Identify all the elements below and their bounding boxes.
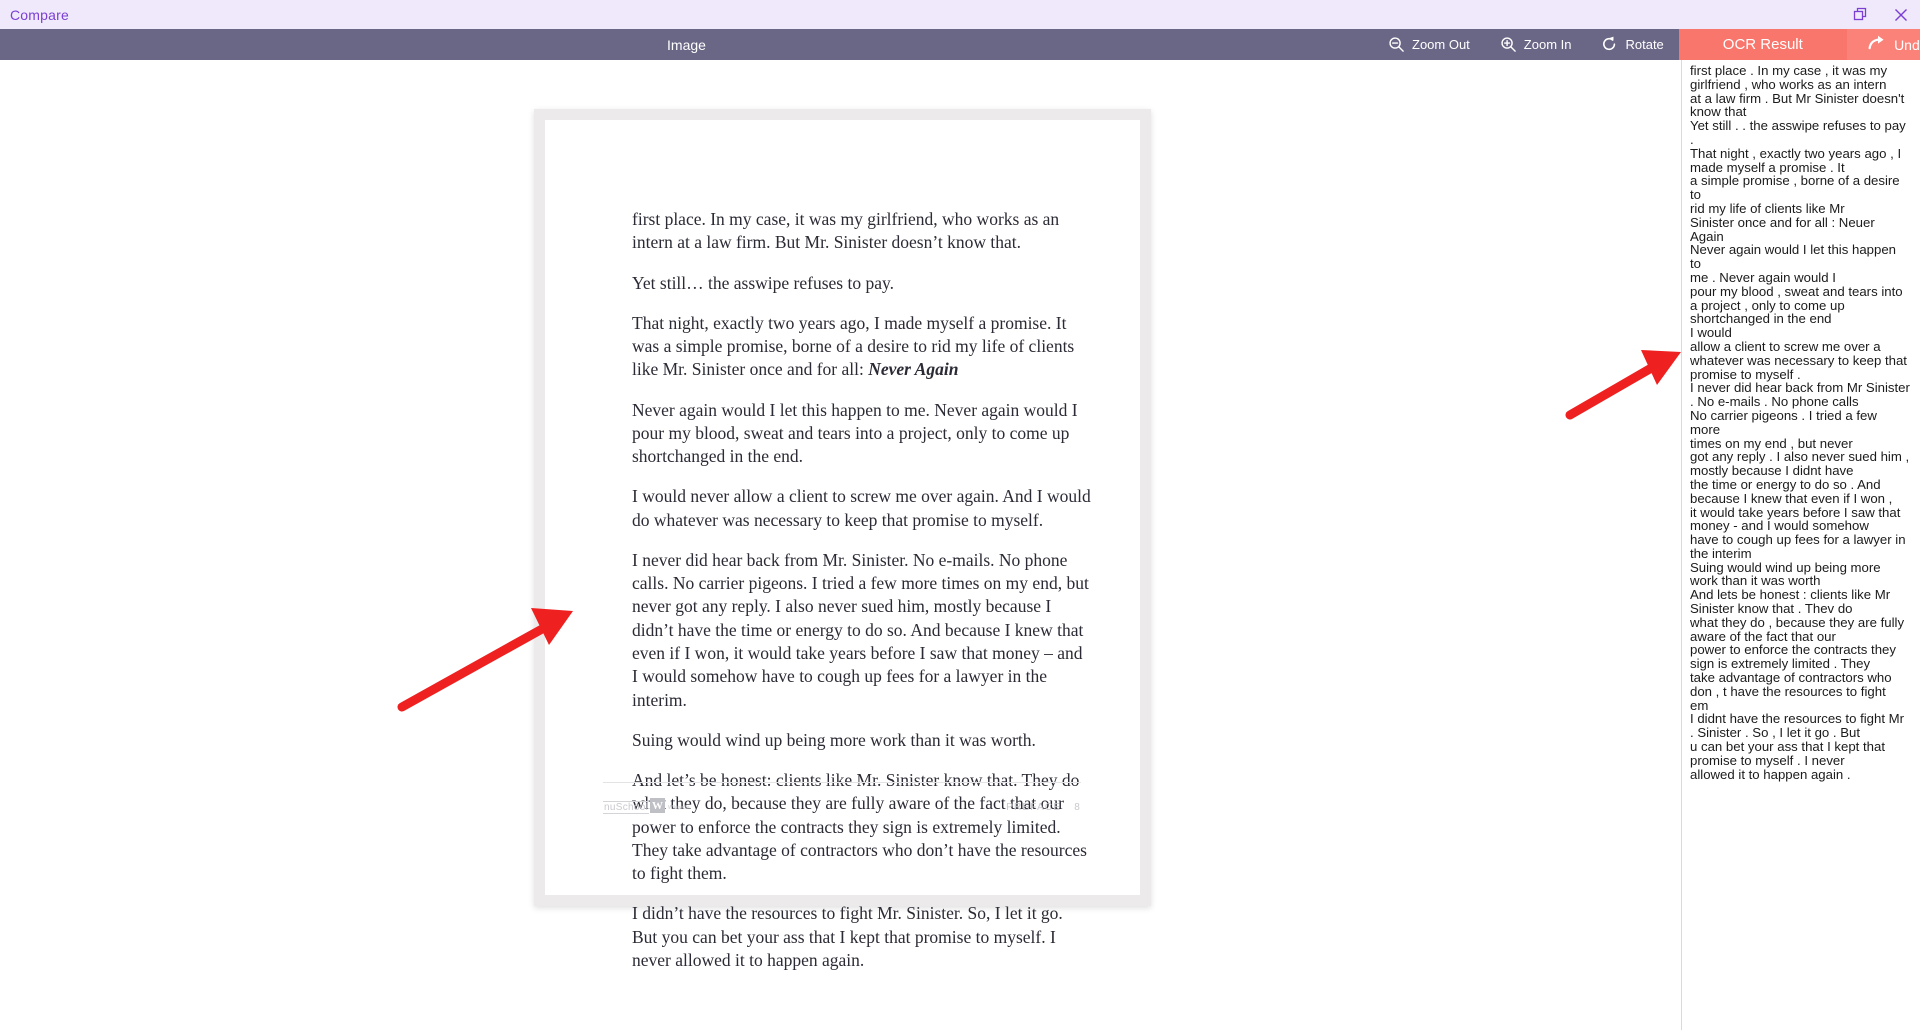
watermark-letter: W <box>650 798 665 813</box>
toolbar-buttons: Zoom Out Zoom In Rotate OCR Result Und <box>1373 29 1920 60</box>
zoom-in-icon <box>1500 36 1517 53</box>
undo-arrow-icon <box>1867 34 1885 55</box>
close-icon[interactable] <box>1892 6 1910 24</box>
ocr-result-label: OCR Result <box>1722 36 1803 53</box>
zoom-in-label: Zoom In <box>1523 37 1572 52</box>
document-paragraph: I didn’t have the resources to fight Mr.… <box>632 903 1063 970</box>
document-paragraph: Never again would I let this happen to m… <box>632 399 1078 467</box>
document-body-text: first place. In my case, it was my girlf… <box>632 208 1092 989</box>
ocr-result-button[interactable]: OCR Result <box>1678 29 1847 60</box>
zoom-out-button[interactable]: Zoom Out <box>1373 29 1485 60</box>
section-label: PREFACE <box>1006 802 1062 813</box>
image-viewer-pane[interactable]: first place. In my case, it was my girlf… <box>0 60 1681 1030</box>
image-pane-label: Image <box>667 36 706 53</box>
rotate-label: Rotate <box>1625 37 1664 52</box>
undo-label: Undo <box>1894 36 1920 53</box>
undo-button[interactable]: Undo <box>1846 29 1920 60</box>
ocr-result-pane[interactable]: first place . In my case , it was my gir… <box>1682 60 1920 1030</box>
document-paragraph: Yet still… the asswipe refuses to pay. <box>632 272 894 293</box>
zoom-in-button[interactable]: Zoom In <box>1485 29 1587 60</box>
document-paragraph: Suing would wind up being more work than… <box>632 729 1036 750</box>
title-bar: Compare <box>0 0 1920 29</box>
restore-window-icon[interactable] <box>1852 6 1870 24</box>
document-page-frame: first place. In my case, it was my girlf… <box>534 109 1151 970</box>
ocr-result-text: first place . In my case , it was my gir… <box>1690 63 1910 782</box>
document-page: first place. In my case, it was my girlf… <box>545 120 1140 970</box>
wikipedia-watermark: W Wikipedia <box>650 798 690 813</box>
app-title: Compare <box>10 6 69 23</box>
watermark-caption: Wikipedia <box>668 805 690 811</box>
document-paragraph: And let’s be honest: clients like Mr. Si… <box>632 770 1087 884</box>
content-area: first place. In my case, it was my girlf… <box>0 60 1920 1030</box>
document-paragraph: I never did hear back from Mr. Sinister.… <box>632 549 1089 710</box>
image-pane-header: Image <box>0 29 1373 60</box>
zoom-out-icon <box>1388 36 1405 53</box>
rotate-button[interactable]: Rotate <box>1586 29 1678 60</box>
page-number: 8 <box>1074 802 1081 813</box>
document-paragraph: first place. In my case, it was my girlf… <box>632 209 1060 253</box>
window-controls <box>1852 0 1910 29</box>
zoom-out-label: Zoom Out <box>1412 37 1470 52</box>
page-footer: nuSchool W Wikipedia PREFACE 8 <box>603 798 1081 820</box>
document-paragraph: That night, exactly two years ago, I mad… <box>632 312 1092 382</box>
document-paragraph: I would never allow a client to screw me… <box>632 486 1091 530</box>
rotate-icon <box>1601 36 1618 53</box>
main-toolbar: Image Zoom Out Zoom In Rotate OCR Result… <box>0 29 1920 60</box>
nuschool-logo: nuSchool <box>603 801 650 814</box>
page-footer-right: PREFACE 8 <box>1006 802 1081 813</box>
document-emphasis-phrase: Never Again <box>868 359 959 380</box>
document-paragraph-text: That night, exactly two years ago, I mad… <box>632 312 1075 380</box>
page-footer-divider <box>603 782 1081 783</box>
